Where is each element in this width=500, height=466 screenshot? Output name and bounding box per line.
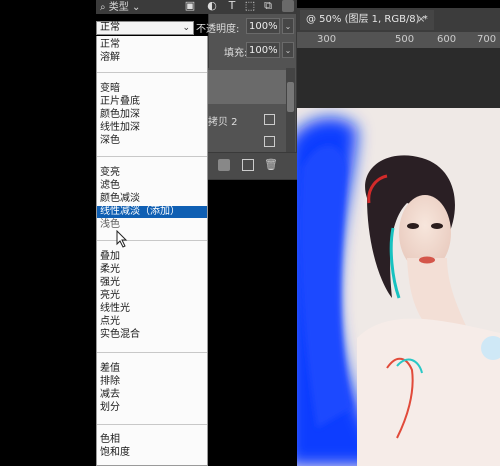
menu-separator [97, 240, 207, 241]
fill-chevron-down-icon[interactable]: ⌄ [282, 42, 294, 58]
menu-item-lighter-color[interactable]: 浅色 [97, 219, 207, 231]
layer-row[interactable] [208, 68, 286, 106]
search-icon: ⌕ [100, 2, 109, 13]
blend-mode-value: 正常 [100, 22, 120, 33]
fill-control: 填充: 100% ⌄ [196, 42, 297, 62]
layers-scrollbar[interactable] [286, 68, 295, 152]
menu-item-difference[interactable]: 差值 [97, 363, 207, 375]
layers-footer: 🗑 [208, 152, 297, 179]
folder-icon[interactable] [218, 159, 230, 171]
menu-item-linear-burn[interactable]: 线性加深 [97, 122, 207, 134]
ruler-tick: 500 [395, 34, 415, 45]
menu-item-overlay[interactable]: 叠加 [97, 251, 207, 263]
opacity-control: 不透明度: 100% ⌄ [196, 18, 297, 38]
smart-object-badge-icon [264, 114, 275, 125]
horizontal-ruler: 300 500 600 700 [297, 32, 500, 49]
menu-separator [97, 352, 207, 353]
document-tab-bar: @ 50% (图层 1, RGB/8) * × [297, 8, 500, 32]
trash-icon[interactable]: 🗑 [264, 159, 278, 171]
menu-item-normal[interactable]: 正常 [97, 39, 207, 51]
menu-item-multiply[interactable]: 正片叠底 [97, 96, 207, 108]
menu-item-exclusion[interactable]: 排除 [97, 376, 207, 388]
blend-mode-select[interactable]: 正常 ⌄ [96, 21, 194, 35]
canvas-pasteboard [297, 48, 500, 108]
portrait-artwork [297, 108, 500, 466]
document-tab[interactable]: @ 50% (图层 1, RGB/8) * [300, 10, 434, 30]
layer-row[interactable] [208, 132, 286, 152]
menu-item-lighten[interactable]: 变亮 [97, 167, 207, 179]
menu-item-hue[interactable]: 色相 [97, 434, 207, 446]
menu-item-linear-dodge[interactable]: 线性减淡（添加） [97, 206, 207, 218]
opacity-input[interactable]: 100% [246, 18, 280, 34]
menu-separator [97, 72, 207, 73]
layer-name: 拷贝 2 [208, 117, 238, 128]
close-tab-icon[interactable]: × [417, 10, 425, 30]
menu-item-dissolve[interactable]: 溶解 [97, 52, 207, 64]
fill-label: 填充: [224, 48, 248, 59]
menu-item-divide[interactable]: 划分 [97, 402, 207, 414]
menu-item-color-burn[interactable]: 颜色加深 [97, 109, 207, 121]
chevron-down-icon: ⌄ [182, 23, 190, 33]
layer-row-highlight [208, 70, 286, 104]
menu-item-screen[interactable]: 滤色 [97, 180, 207, 192]
menu-separator [97, 424, 207, 425]
ruler-tick: 600 [437, 34, 457, 45]
menu-item-hard-mix[interactable]: 实色混合 [97, 329, 207, 341]
menu-item-saturation[interactable]: 饱和度 [97, 447, 207, 459]
smart-object-badge-icon [264, 136, 275, 147]
menu-item-soft-light[interactable]: 柔光 [97, 264, 207, 276]
ruler-tick: 300 [317, 34, 337, 45]
scrollbar-thumb[interactable] [287, 82, 294, 112]
menu-item-pin-light[interactable]: 点光 [97, 316, 207, 328]
opacity-label: 不透明度: [196, 24, 240, 35]
filter-toggle-icon[interactable] [282, 0, 294, 12]
menu-item-vivid-light[interactable]: 亮光 [97, 290, 207, 302]
pixel-filter-icon[interactable]: ▣ [184, 0, 196, 12]
menu-item-darken[interactable]: 变暗 [97, 83, 207, 95]
menu-item-color-dodge[interactable]: 颜色减淡 [97, 193, 207, 205]
mouse-pointer-icon [116, 230, 128, 248]
fill-input[interactable]: 100% [246, 42, 280, 58]
layer-filter-bar: ⌕ 类型 ⌄ ▣ ◐ T ⬚ ⧉ [96, 0, 297, 14]
menu-separator [97, 156, 207, 157]
shape-filter-icon[interactable]: ⬚ [244, 0, 256, 12]
menu-item-darker-color[interactable]: 深色 [97, 135, 207, 147]
type-filter-icon[interactable]: T [226, 0, 238, 12]
blend-mode-menu: 正常 溶解 变暗 正片叠底 颜色加深 线性加深 深色 变亮 滤色 颜色减淡 线性… [96, 36, 208, 466]
ruler-tick: 700 [477, 34, 497, 45]
layer-row[interactable]: 拷贝 2 [208, 106, 286, 132]
menu-item-hard-light[interactable]: 强光 [97, 277, 207, 289]
filter-kind-select[interactable]: ⌕ 类型 ⌄ [100, 0, 140, 13]
document-canvas[interactable] [297, 108, 500, 466]
smart-object-filter-icon[interactable]: ⧉ [262, 0, 274, 12]
menu-item-subtract[interactable]: 减去 [97, 389, 207, 401]
new-layer-icon[interactable] [242, 159, 254, 171]
adjustment-filter-icon[interactable]: ◐ [206, 0, 218, 12]
opacity-chevron-down-icon[interactable]: ⌄ [282, 18, 294, 34]
menu-item-linear-light[interactable]: 线性光 [97, 303, 207, 315]
